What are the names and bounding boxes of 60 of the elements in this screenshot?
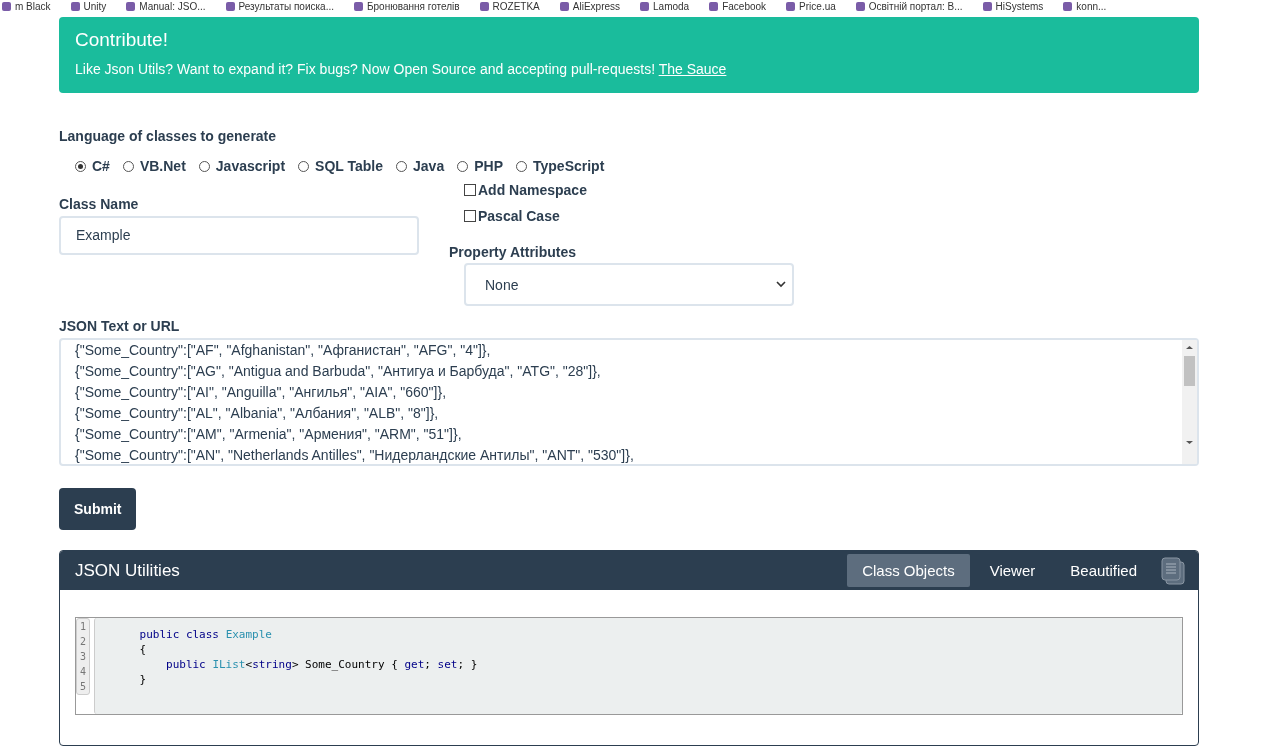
language-radio[interactable]: Javascript: [198, 158, 286, 174]
bookmark-icon: [354, 1, 363, 11]
code-line: public class Example: [138, 627, 273, 642]
class-name-field[interactable]: Example: [59, 216, 419, 255]
chevron-icon: [776, 281, 786, 288]
bookmark-link[interactable]: Price.ua: [799, 0, 836, 12]
bookmark-link[interactable]: Результаты поиска...: [238, 0, 334, 12]
bookmark-icon: [479, 1, 489, 11]
language-radio[interactable]: Java: [396, 158, 445, 174]
panel-tab[interactable]: Viewer: [974, 554, 1051, 587]
bookmark-icon: [982, 1, 992, 11]
json-text-field[interactable]: {"Some_Country":["AF", "Afghanistan", "Афганистан", "AFG", "4"]}, {"Some_Country":["AG", "Antigua and Barbuda", "Антигуа и Барбуда", "ATG", "28"]}, {"Some_Country":["AI", "Anguilla", "Ангилья", "AIA", "660"]}, {"Some_Country":["AL", "Albania", "Албания", "ALB", "8"]}, {"Some_Country":["AM", "Armenia", "Армения", "ARM", "51"]}, {"Some_Country":["AN", "Netherlands Antilles", "Нидерландские Антилы", "ANT", "530"]},: [59, 338, 1199, 466]
class-name-label: Class Name: [59, 196, 140, 212]
bookmark-link[interactable]: Unity: [83, 0, 107, 12]
bookmark-icon: [225, 1, 235, 11]
language-radio[interactable]: TypeScript: [516, 158, 605, 174]
banner-text: Like Json Utils? Want to expand it? Fix bugs? Now Open Source and accepting pull-requests!: [75, 61, 655, 77]
language-label: Language of classes to generate: [59, 128, 278, 144]
bookmark-link[interactable]: Бронювання готелів: [367, 0, 460, 12]
line-number: 2: [80, 635, 87, 649]
language-radio[interactable]: C#: [75, 158, 110, 174]
language-radio[interactable]: VB.Net: [122, 158, 186, 174]
bookmark-link[interactable]: konn...: [1076, 0, 1107, 12]
bookmark-link[interactable]: HiSystems: [995, 0, 1044, 12]
bookmark-link[interactable]: Facebook: [722, 0, 767, 12]
property-attributes-label: Property Attributes: [449, 244, 578, 260]
line-number: 5: [80, 680, 87, 694]
bookmark-icon: [1063, 1, 1073, 11]
bookmark-icon: [2, 1, 11, 11]
language-radio[interactable]: PHP: [457, 158, 503, 174]
bookmark-link[interactable]: Освітній портал: В...: [868, 0, 963, 12]
line-number: 4: [80, 665, 87, 679]
bookmark-icon: [559, 1, 569, 11]
option-checkbox[interactable]: Add Namespace: [464, 182, 794, 198]
bookmark-icon: [709, 1, 719, 11]
bookmark-link[interactable]: Lamoda: [653, 0, 690, 12]
panel-title: JSON Utilities: [75, 560, 181, 581]
banner-title: Contribute!: [75, 29, 169, 51]
json-text-label: JSON Text or URL: [59, 318, 181, 334]
bookmark-link[interactable]: AliExpress: [572, 0, 621, 12]
copy-icon[interactable]: [1160, 555, 1186, 586]
bookmark-icon: [786, 1, 796, 11]
submit-button[interactable]: Submit: [59, 488, 137, 530]
code-line: {: [138, 642, 148, 657]
code-line: public IList<string> Some_Country { get; set; }: [165, 657, 479, 672]
bookmark-icon: [855, 1, 865, 11]
bookmark-icon: [126, 1, 136, 11]
bookmark-icon: [70, 1, 80, 11]
panel-tab[interactable]: Class Objects: [847, 554, 970, 587]
language-radio[interactable]: SQL Table: [298, 158, 384, 174]
bookmark-icon: [640, 1, 650, 11]
line-number: 1: [80, 620, 87, 634]
property-attributes-select[interactable]: None: [464, 263, 794, 306]
line-number: 3: [80, 650, 87, 664]
bookmark-link[interactable]: Manual: JSO...: [139, 0, 206, 12]
code-line: }: [138, 672, 148, 687]
panel-tab[interactable]: Beautified: [1055, 554, 1152, 587]
bookmark-link[interactable]: ROZETKA: [492, 0, 540, 12]
bookmark-link[interactable]: m Black: [15, 0, 51, 12]
option-checkbox[interactable]: Pascal Case: [464, 208, 794, 224]
